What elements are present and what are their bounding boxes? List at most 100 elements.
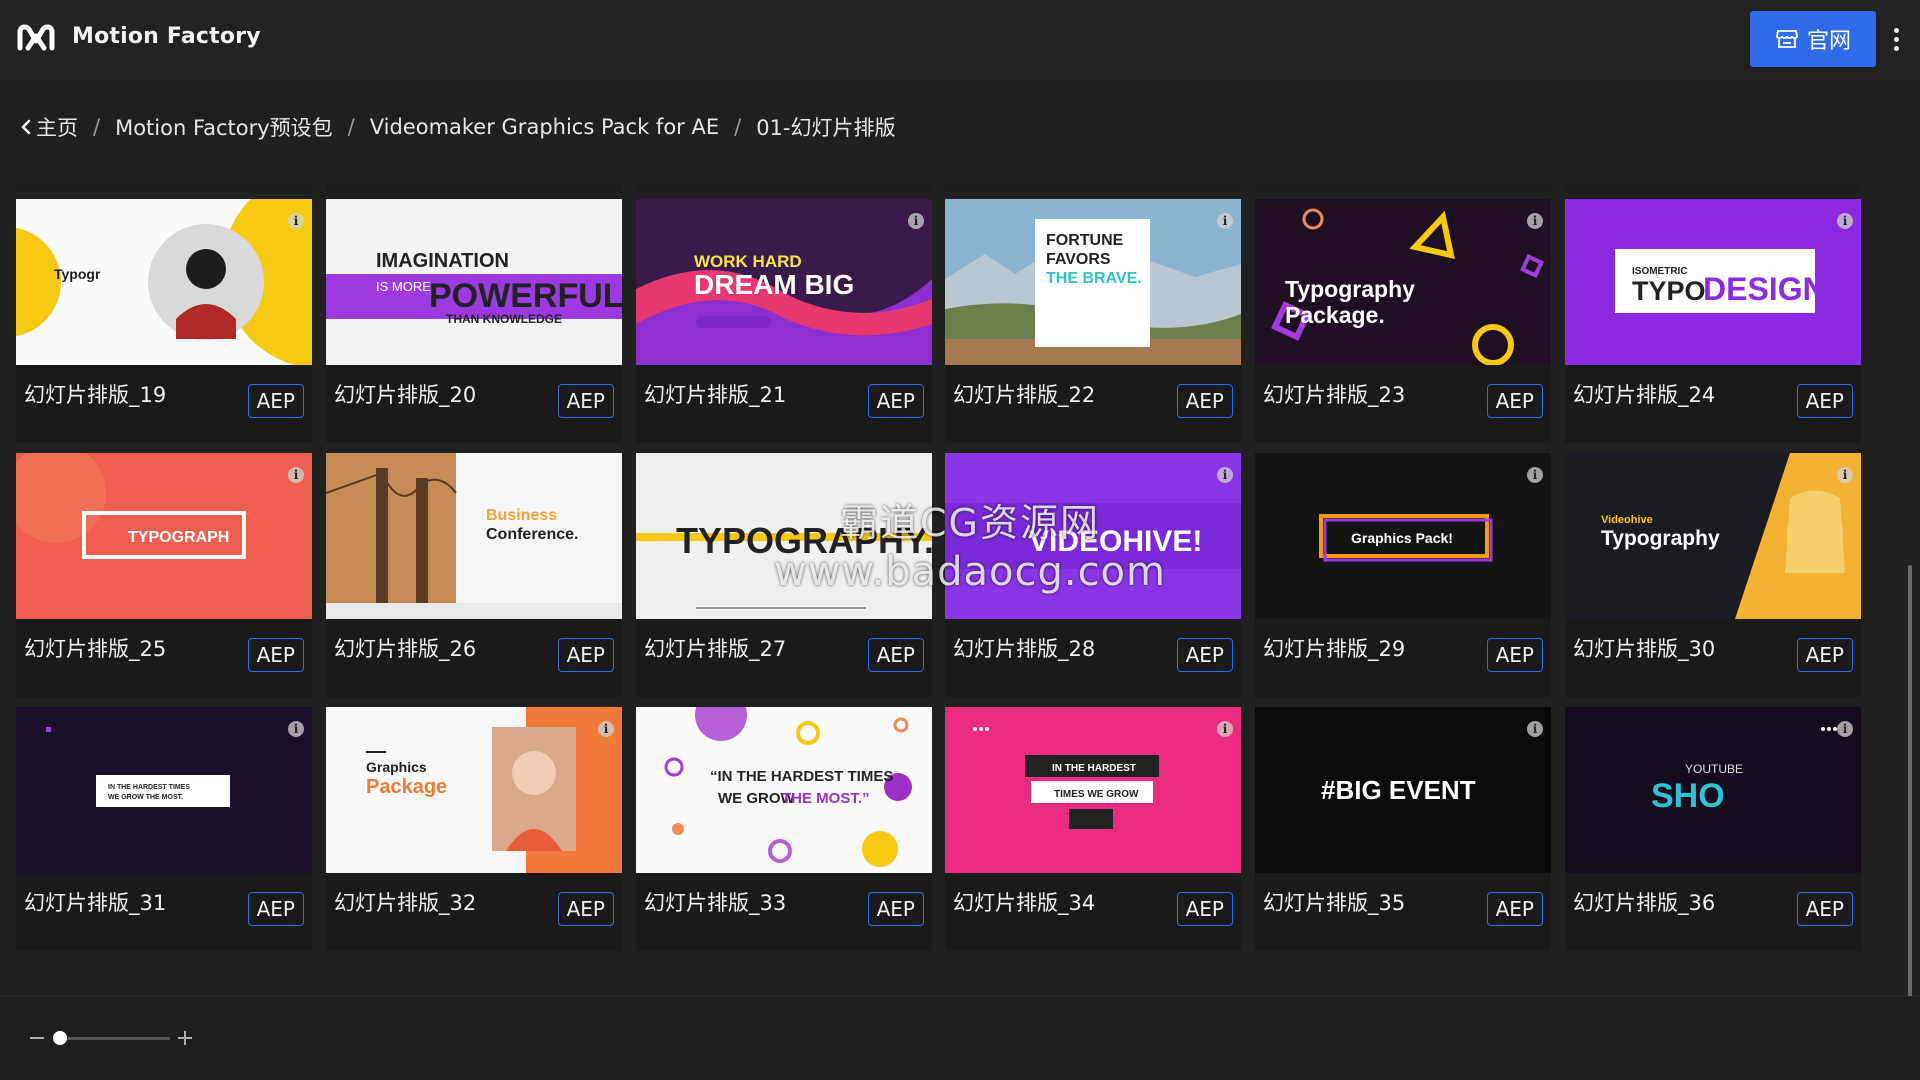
asset-thumbnail[interactable]: #BIG EVENT — [1255, 707, 1551, 873]
info-icon[interactable]: i — [288, 721, 304, 737]
asset-card[interactable]: IMAGINATION IS MORE POWERFUL THAN KNOWLE… — [326, 199, 622, 443]
asset-thumbnail[interactable]: TYPOGRAPHY. — [636, 453, 932, 619]
aep-tag[interactable]: AEP — [557, 892, 614, 926]
asset-card[interactable]: VIDEOHIVE! i 幻灯片排版_28 AEP — [945, 453, 1241, 697]
asset-card[interactable]: Typogr i 幻灯片排版_19 AEP — [16, 199, 312, 443]
asset-card[interactable]: YOUTUBE SHO i 幻灯片排版_36 AEP — [1565, 707, 1861, 951]
asset-card[interactable]: ISOMETRIC TYPO DESIGN i 幻灯片排版_24 AEP — [1565, 199, 1861, 443]
vertical-scrollbar[interactable] — [1908, 565, 1912, 997]
aep-tag[interactable]: AEP — [1176, 638, 1233, 672]
info-icon[interactable]: i — [1837, 213, 1853, 229]
asset-name: 幻灯片排版_23 — [1263, 383, 1406, 407]
info-icon[interactable]: i — [1837, 467, 1853, 483]
zoom-out-icon[interactable] — [30, 1037, 44, 1039]
info-icon[interactable]: i — [1837, 721, 1853, 737]
asset-thumbnail[interactable]: TYPOGRAPH — [16, 453, 312, 619]
info-icon[interactable]: i — [1217, 467, 1233, 483]
aep-tag[interactable]: AEP — [247, 384, 304, 418]
official-site-button[interactable]: 官网 — [1750, 11, 1876, 67]
thumb-text: THE MOST.” — [782, 790, 870, 807]
asset-card[interactable]: Business Conference. 幻灯片排版_26 AEP — [326, 453, 622, 697]
asset-card[interactable]: IN THE HARDEST TIMES WE GROW i 幻灯片排版_34 … — [945, 707, 1241, 951]
aep-tag[interactable]: AEP — [867, 892, 924, 926]
zoom-in-icon[interactable] — [178, 1031, 192, 1045]
asset-name: 幻灯片排版_22 — [953, 383, 1096, 407]
asset-thumbnail[interactable]: Graphics Package — [326, 707, 622, 873]
asset-thumbnail[interactable]: IMAGINATION IS MORE POWERFUL THAN KNOWLE… — [326, 199, 622, 365]
info-icon[interactable]: i — [1217, 213, 1233, 229]
info-icon[interactable]: i — [1527, 213, 1543, 229]
asset-thumbnail[interactable]: Videohive Typography — [1565, 453, 1861, 619]
asset-card[interactable]: Videohive Typography i 幻灯片排版_30 AEP — [1565, 453, 1861, 697]
asset-thumbnail[interactable]: WORK HARD DREAM BIG — [636, 199, 932, 365]
asset-grid: Typogr i 幻灯片排版_19 AEP IMAGINATION IS MOR… — [16, 183, 1862, 955]
info-icon[interactable]: i — [1527, 467, 1543, 483]
asset-name: 幻灯片排版_36 — [1573, 891, 1716, 915]
breadcrumb-home[interactable]: 主页 — [36, 112, 78, 142]
asset-name: 幻灯片排版_20 — [334, 383, 477, 407]
asset-card[interactable]: TYPOGRAPHY. 幻灯片排版_27 AEP — [636, 453, 932, 697]
breadcrumb-preset-pack[interactable]: Motion Factory预设包 — [115, 112, 333, 142]
asset-thumbnail[interactable]: VIDEOHIVE! — [945, 453, 1241, 619]
aep-tag[interactable]: AEP — [867, 384, 924, 418]
thumb-text: SHO — [1651, 777, 1725, 815]
asset-card[interactable]: Graphics Pack! i 幻灯片排版_29 AEP — [1255, 453, 1551, 697]
info-icon[interactable]: i — [598, 721, 614, 737]
info-icon[interactable]: i — [1527, 721, 1543, 737]
thumb-text: Business — [486, 507, 557, 524]
asset-thumbnail[interactable]: Typography Package. — [1255, 199, 1551, 365]
asset-thumbnail[interactable]: “IN THE HARDEST TIMES WE GROW THE MOST.” — [636, 707, 932, 873]
breadcrumb-current[interactable]: 01-幻灯片排版 — [756, 112, 895, 142]
thumb-text: IN THE HARDEST — [1052, 763, 1136, 774]
asset-card[interactable]: TYPOGRAPH i 幻灯片排版_25 AEP — [16, 453, 312, 697]
aep-tag[interactable]: AEP — [1796, 384, 1853, 418]
breadcrumb-graphics-pack[interactable]: Videomaker Graphics Pack for AE — [370, 115, 719, 139]
official-site-label: 官网 — [1806, 28, 1851, 53]
aep-tag[interactable]: AEP — [557, 638, 614, 672]
thumb-text: TYPOGRAPH — [128, 529, 229, 546]
asset-card[interactable]: “IN THE HARDEST TIMES WE GROW THE MOST.”… — [636, 707, 932, 951]
aep-tag[interactable]: AEP — [557, 384, 614, 418]
aep-tag[interactable]: AEP — [1176, 384, 1233, 418]
asset-thumbnail[interactable]: Business Conference. — [326, 453, 622, 619]
asset-thumbnail[interactable]: Typogr — [16, 199, 312, 365]
asset-card[interactable]: Graphics Package i 幻灯片排版_32 AEP — [326, 707, 622, 951]
dot-icon — [1893, 45, 1899, 51]
chevron-left-icon[interactable] — [20, 118, 32, 136]
asset-card[interactable]: FORTUNE FAVORS THE BRAVE. i 幻灯片排版_22 AEP — [945, 199, 1241, 443]
zoom-slider-handle[interactable] — [52, 1031, 67, 1045]
footer-bar — [0, 996, 1920, 1080]
asset-name: 幻灯片排版_27 — [644, 637, 787, 661]
more-menu-button[interactable] — [1888, 22, 1904, 56]
info-icon[interactable]: i — [908, 213, 924, 229]
thumb-text: Typography — [1285, 276, 1415, 302]
aep-tag[interactable]: AEP — [1486, 638, 1543, 672]
aep-tag[interactable]: AEP — [1796, 638, 1853, 672]
asset-thumbnail[interactable]: YOUTUBE SHO — [1565, 707, 1861, 873]
asset-name: 幻灯片排版_21 — [644, 383, 787, 407]
zoom-slider-track[interactable] — [54, 1037, 170, 1040]
aep-tag[interactable]: AEP — [867, 638, 924, 672]
asset-card[interactable]: WORK HARD DREAM BIG i 幻灯片排版_21 AEP — [636, 199, 932, 443]
asset-thumbnail[interactable]: FORTUNE FAVORS THE BRAVE. — [945, 199, 1241, 365]
aep-tag[interactable]: AEP — [1176, 892, 1233, 926]
asset-thumbnail[interactable]: IN THE HARDEST TIMES WE GROW — [945, 707, 1241, 873]
thumb-text: FORTUNE — [1046, 232, 1124, 249]
aep-tag[interactable]: AEP — [247, 638, 304, 672]
asset-thumbnail[interactable]: Graphics Pack! — [1255, 453, 1551, 619]
asset-thumbnail[interactable]: IN THE HARDEST TIMES WE GROW THE MOST. — [16, 707, 312, 873]
aep-tag[interactable]: AEP — [247, 892, 304, 926]
info-icon[interactable]: i — [1217, 721, 1233, 737]
asset-card[interactable]: Typography Package. i 幻灯片排版_23 AEP — [1255, 199, 1551, 443]
info-icon[interactable]: i — [288, 213, 304, 229]
asset-card[interactable]: #BIG EVENT i 幻灯片排版_35 AEP — [1255, 707, 1551, 951]
motion-factory-logo-icon[interactable] — [16, 22, 56, 54]
asset-card[interactable]: IN THE HARDEST TIMES WE GROW THE MOST. i… — [16, 707, 312, 951]
info-icon[interactable]: i — [288, 467, 304, 483]
asset-thumbnail[interactable]: ISOMETRIC TYPO DESIGN — [1565, 199, 1861, 365]
aep-tag[interactable]: AEP — [1796, 892, 1853, 926]
asset-name: 幻灯片排版_33 — [644, 891, 787, 915]
aep-tag[interactable]: AEP — [1486, 384, 1543, 418]
aep-tag[interactable]: AEP — [1486, 892, 1543, 926]
app-header: Motion Factory 官网 — [0, 0, 1920, 78]
